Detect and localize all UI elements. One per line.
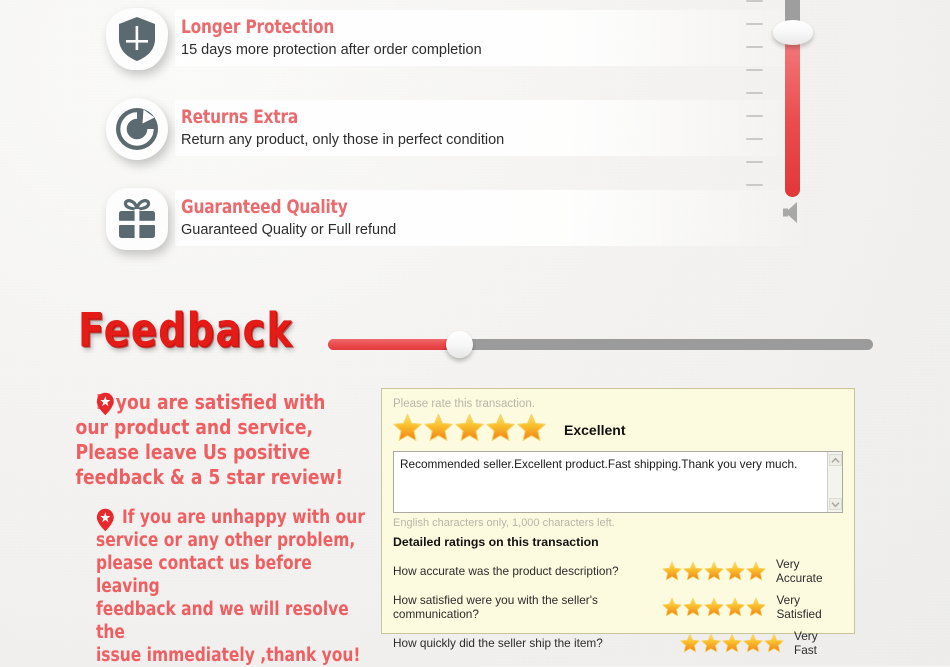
rating-question: How satisfied were you with the seller's… [393, 593, 598, 621]
location-star-pin-icon [96, 508, 115, 532]
rating-label: Very Satisfied [776, 593, 822, 621]
overall-star-rating[interactable] [393, 413, 546, 447]
slider-thumb[interactable] [446, 331, 473, 358]
note-line: our product and service, [75, 415, 314, 439]
slider-tick [746, 161, 763, 163]
detailed-ratings-title: Detailed ratings on this transaction [393, 535, 599, 549]
feedback-instructions: If you are satisfied with our product an… [76, 390, 386, 667]
rating-row: How quickly did the seller ship the item… [393, 629, 843, 657]
refresh-icon [100, 92, 174, 166]
scroll-down-icon[interactable] [828, 498, 842, 510]
note-line: please contact us before leaving [96, 553, 312, 597]
characters-left-label: English characters only, 1,000 character… [393, 517, 615, 529]
star-icon [725, 561, 745, 581]
detailed-ratings-list: How accurate was the product description… [393, 557, 843, 657]
star-icon [704, 597, 725, 617]
review-textarea[interactable]: Recommended seller.Excellent product.Fas… [393, 451, 843, 513]
review-text-value[interactable]: Recommended seller.Excellent product.Fas… [394, 452, 827, 512]
rating-row: How satisfied were you with the seller's… [393, 593, 843, 621]
star-icon [662, 561, 682, 581]
note-lines: If you are satisfied with our product an… [76, 390, 366, 490]
star-icon [662, 597, 683, 617]
gift-icon [100, 182, 174, 256]
star-icon [746, 597, 767, 617]
note-negative-feedback: If you are unhappy with our service or a… [96, 506, 366, 667]
star-icon [704, 561, 724, 581]
rating-label: Very Fast [794, 629, 818, 657]
scroll-up-icon[interactable] [828, 454, 842, 466]
slider-tick [746, 138, 763, 140]
review-scrollbar[interactable] [827, 452, 842, 512]
slider-tick [746, 92, 763, 94]
star-icon [486, 413, 515, 442]
rating-label: Very Accurate [775, 557, 823, 585]
feature-title: Returns Extra [181, 106, 299, 129]
feature-title: Guaranteed Quality [181, 196, 348, 219]
note-line: feedback & a 5 star review! [75, 465, 344, 489]
location-star-pin-icon [96, 392, 115, 416]
page-title: Feedback [78, 303, 294, 357]
note-line: If you are satisfied with [96, 390, 326, 414]
feature-description: Return any product, only those in perfec… [181, 132, 505, 149]
slider-tick [746, 23, 763, 25]
feedback-progress-slider[interactable] [328, 328, 873, 364]
note-line: If you are unhappy with our [122, 507, 365, 528]
feature-title: Longer Protection [181, 16, 335, 39]
star-icon[interactable] [486, 413, 515, 447]
star-icon [683, 561, 703, 581]
slider-fill [785, 37, 800, 197]
speaker-icon[interactable] [778, 197, 808, 227]
note-line: service or any other problem, [96, 530, 356, 551]
volume-level-slider[interactable] [740, 0, 830, 232]
star-icon[interactable] [455, 413, 484, 447]
slider-tick [746, 0, 763, 2]
slider-tick [746, 184, 763, 186]
rate-transaction-hint: Please rate this transaction. [393, 398, 535, 410]
star-icon[interactable] [393, 413, 422, 447]
star-icon [764, 633, 784, 653]
feature-text: Returns Extra Return any product, only t… [181, 106, 505, 149]
star-icon [725, 597, 746, 617]
slider-tick [746, 46, 763, 48]
note-positive-feedback: If you are satisfied with our product an… [76, 390, 366, 490]
star-icon[interactable] [517, 413, 546, 447]
feature-text: Longer Protection 15 days more protectio… [181, 16, 482, 59]
feature-description: Guaranteed Quality or Full refund [181, 222, 397, 239]
overall-rating-row: Excellent [393, 413, 843, 447]
slider-tick-marks [746, 0, 770, 197]
note-line: Please leave Us positive [75, 440, 311, 464]
note-lines: If you are unhappy with our service or a… [96, 506, 366, 667]
feature-description: 15 days more protection after order comp… [181, 42, 482, 59]
slider-fill [328, 339, 459, 350]
rating-star-group[interactable] [662, 597, 767, 617]
rating-question: How quickly did the seller ship the item… [393, 636, 603, 650]
note-line: issue immediately ,thank you! [96, 645, 361, 666]
star-icon [517, 413, 546, 442]
rating-row: How accurate was the product description… [393, 557, 843, 585]
star-icon [746, 561, 766, 581]
star-icon [683, 597, 704, 617]
note-line: feedback and we will resolve the [96, 599, 349, 643]
rating-star-group[interactable] [662, 561, 766, 581]
shield-icon [100, 2, 174, 76]
slider-tick [746, 115, 763, 117]
slider-tick [746, 69, 763, 71]
rating-question: How accurate was the product description… [393, 564, 619, 578]
feature-text: Guaranteed Quality Guaranteed Quality or… [181, 196, 397, 239]
star-icon [680, 633, 700, 653]
star-icon [424, 413, 453, 442]
star-icon [393, 413, 422, 442]
star-icon [701, 633, 721, 653]
slider-thumb[interactable] [773, 20, 813, 45]
rating-star-group[interactable] [680, 633, 784, 653]
star-icon [455, 413, 484, 442]
feedback-form-panel: Please rate this transaction. Excellent … [381, 388, 855, 657]
star-icon [743, 633, 763, 653]
overall-rating-label: Excellent [564, 422, 626, 438]
star-icon[interactable] [424, 413, 453, 447]
star-icon [722, 633, 742, 653]
